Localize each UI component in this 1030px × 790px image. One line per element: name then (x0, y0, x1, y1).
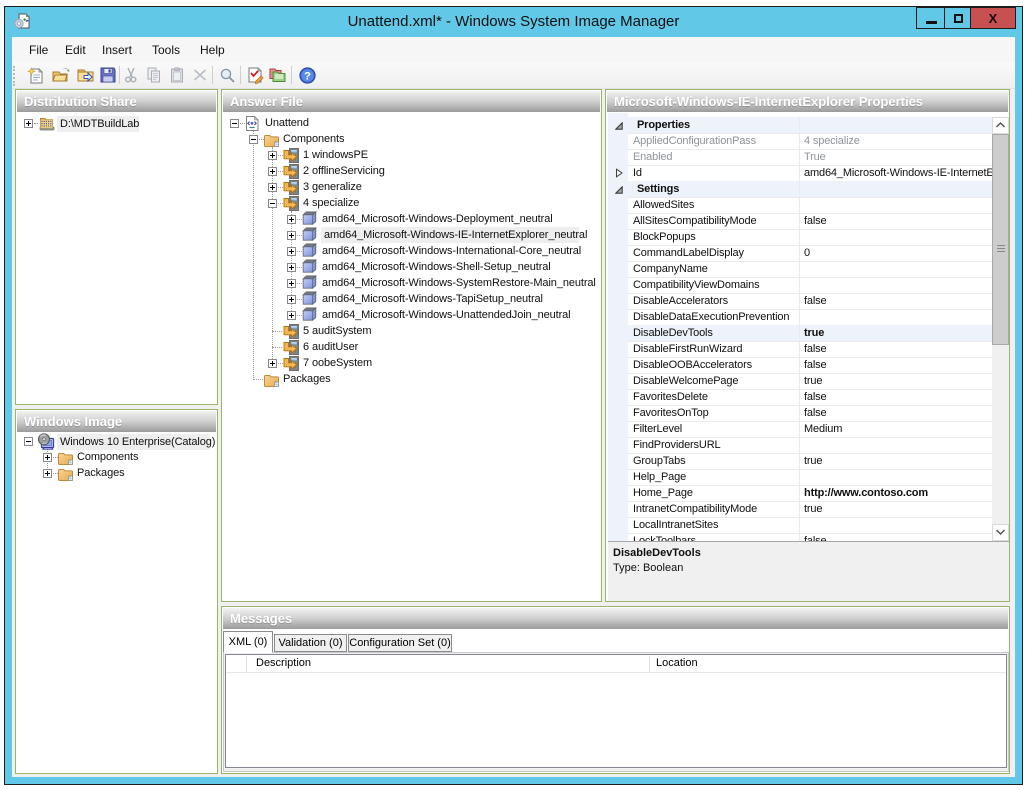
svg-text:?: ? (304, 71, 311, 83)
